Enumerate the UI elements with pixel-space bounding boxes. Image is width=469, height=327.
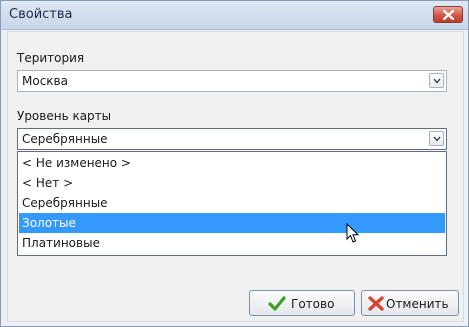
option-silver[interactable]: Серебрянные (19, 193, 445, 213)
card-level-label: Уровень карты (17, 109, 112, 123)
cancel-button[interactable]: Отменить (361, 290, 459, 316)
properties-dialog: Свойства Територия Москва Уровень карты … (0, 0, 469, 327)
cancel-x-icon (368, 296, 384, 311)
title-bar: Свойства (1, 1, 468, 30)
card-level-value: Серебрянные (22, 132, 108, 146)
close-icon (443, 10, 454, 20)
dialog-title: Свойства (9, 7, 73, 22)
option-none[interactable]: < Нет > (19, 173, 445, 193)
card-level-dropdown-button[interactable] (429, 131, 444, 146)
checkmark-icon (268, 296, 286, 311)
ok-button[interactable]: Готово (249, 290, 355, 316)
ok-button-label: Готово (291, 297, 335, 311)
mouse-cursor-icon (346, 223, 360, 243)
card-level-options-list: < Не изменено > < Нет > Серебрянные Золо… (17, 151, 447, 256)
close-button[interactable] (433, 6, 463, 23)
cancel-button-label: Отменить (386, 297, 449, 311)
territory-dropdown-button[interactable] (429, 73, 444, 88)
chevron-down-icon (433, 136, 441, 142)
territory-select[interactable]: Москва (17, 70, 447, 92)
territory-label: Територия (17, 51, 85, 65)
territory-value: Москва (22, 74, 68, 88)
chevron-down-icon (433, 78, 441, 84)
option-platinum[interactable]: Платиновые (19, 233, 445, 253)
option-gold[interactable]: Золотые (19, 213, 445, 233)
card-level-select[interactable]: Серебрянные (17, 128, 447, 150)
option-not-changed[interactable]: < Не изменено > (19, 153, 445, 173)
